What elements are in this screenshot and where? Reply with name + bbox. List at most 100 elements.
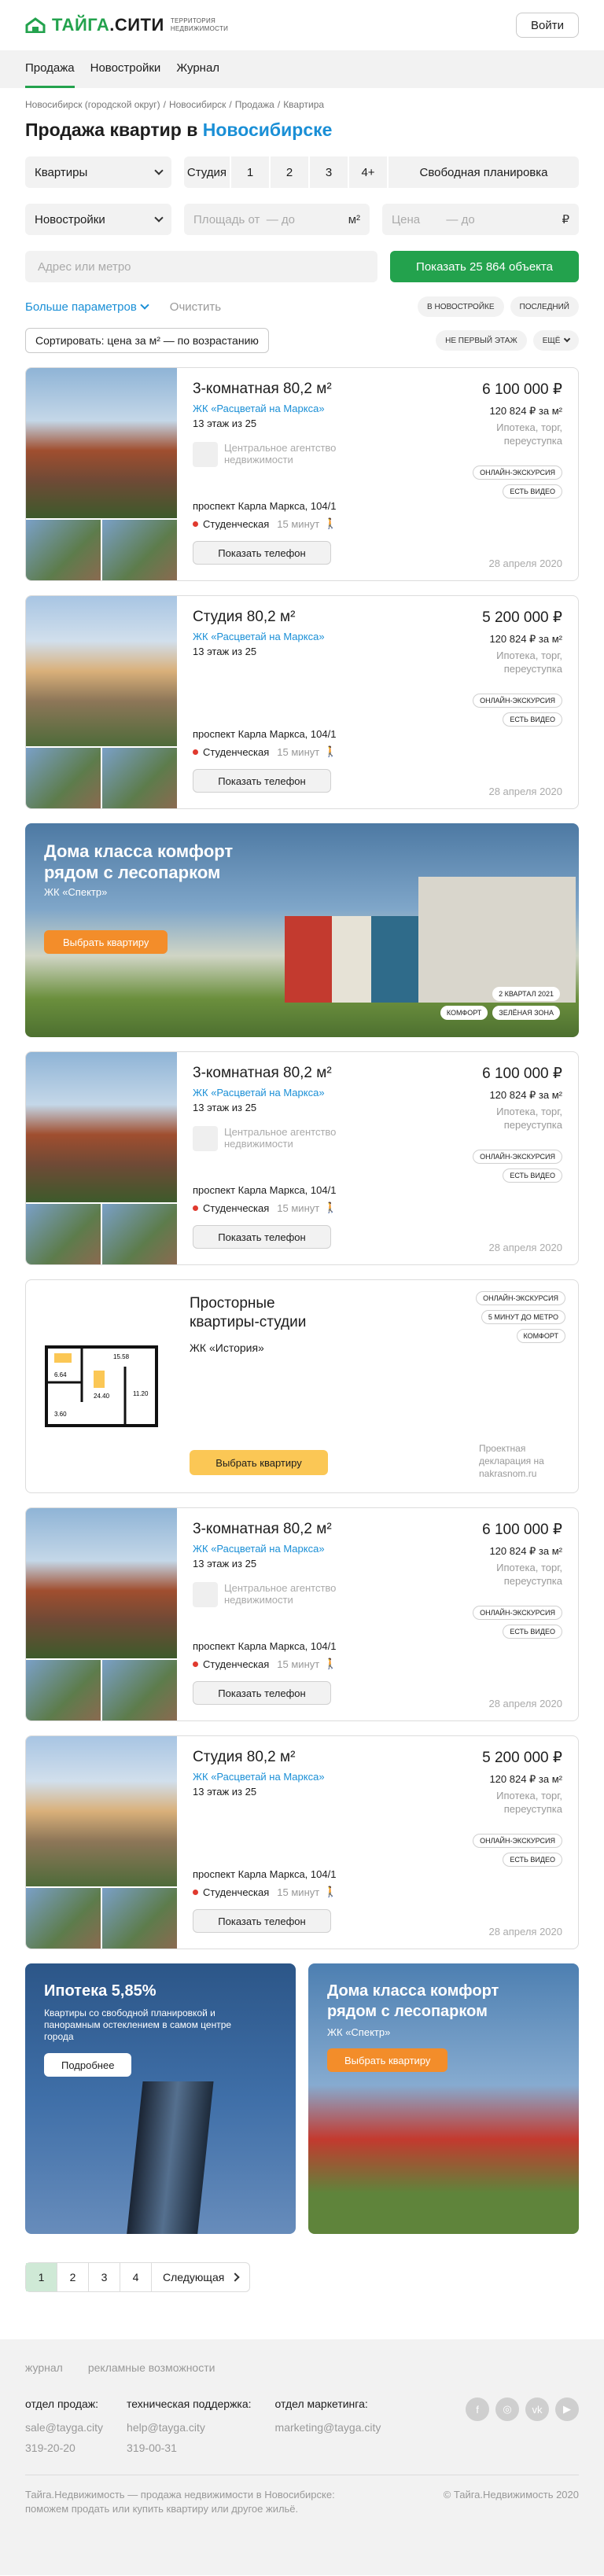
room-option-studio[interactable]: Студия <box>184 156 230 188</box>
choose-apartment-button[interactable]: Выбрать квартиру <box>190 1450 328 1475</box>
room-option-free-layout[interactable]: Свободная планировка <box>389 156 579 188</box>
listing-thumb[interactable] <box>26 747 101 808</box>
price-range-input[interactable]: Цена — до ₽ <box>382 204 579 235</box>
promo-subtitle: ЖК «Спектр» <box>327 2026 391 2038</box>
show-phone-button[interactable]: Показать телефон <box>193 1225 331 1249</box>
filter-row-2: Новостройки Площадь от — до м² Цена — до ₽ <box>25 204 579 235</box>
instagram-icon[interactable]: ◎ <box>495 2398 519 2421</box>
listing-card[interactable]: 3-комнатная 80,2 м² ЖК «Расцветай на Мар… <box>25 367 579 581</box>
breadcrumb-item[interactable]: Новосибирск (городской округ) <box>25 99 160 110</box>
plan-label: 6.64 <box>54 1371 67 1378</box>
filter-tag[interactable]: НЕ ПЕРВЫЙ ЭТАЖ <box>436 330 527 351</box>
filter-row-3: Адрес или метро Показать 25 864 объекта <box>25 251 579 282</box>
nav-item-journal[interactable]: Журнал <box>176 50 219 88</box>
more-params-link[interactable]: Больше параметров <box>25 300 149 314</box>
mortgage-promo[interactable]: Ипотека 5,85% Квартиры со свободной план… <box>25 1963 296 2234</box>
show-phone-button[interactable]: Показать телефон <box>193 1681 331 1705</box>
room-option-1[interactable]: 1 <box>231 156 269 188</box>
listing-thumb[interactable] <box>102 1887 177 1949</box>
show-phone-button[interactable]: Показать телефон <box>193 1909 331 1933</box>
page-button[interactable]: 1 <box>26 2263 57 2291</box>
breadcrumb-item[interactable]: Продажа <box>235 99 274 110</box>
filter-tag[interactable]: ПОСЛЕДНИЙ <box>510 296 579 317</box>
room-option-3[interactable]: 3 <box>310 156 348 188</box>
main-nav: Продажа Новостройки Журнал <box>0 50 604 88</box>
details-button[interactable]: Подробнее <box>44 2053 132 2077</box>
sales-phone[interactable]: 319-20-20 <box>25 2442 103 2454</box>
marketing-email[interactable]: marketing@tayga.city <box>275 2421 381 2434</box>
listing-card[interactable]: Студия 80,2 м² ЖК «Расцветай на Маркса» … <box>25 595 579 809</box>
room-option-2[interactable]: 2 <box>271 156 308 188</box>
badge: ЕСТЬ ВИДЕО <box>503 484 562 499</box>
next-page-button[interactable]: Следующая <box>152 2263 249 2291</box>
metro-station: Студенческая 15 минут 🚶 <box>193 1658 337 1670</box>
promo-banner[interactable]: Дома класса комфорт рядом с лесопарком Ж… <box>25 823 579 1037</box>
listing-price: 5 200 000 ₽ <box>482 609 562 626</box>
metro-icon <box>193 1889 198 1895</box>
copyright: © Тайга.Недвижимость 2020 <box>443 2489 579 2501</box>
footer-link-journal[interactable]: журнал <box>25 2361 63 2374</box>
clear-filters-link[interactable]: Очистить <box>170 300 221 314</box>
listing-gallery[interactable] <box>26 1736 177 1949</box>
comfort-promo[interactable]: Дома класса комфорт рядом с лесопарком Ж… <box>308 1963 579 2234</box>
city-selector[interactable]: Новосибирске <box>203 120 333 140</box>
facebook-icon[interactable]: f <box>466 2398 489 2421</box>
show-results-button[interactable]: Показать 25 864 объекта <box>390 251 579 282</box>
listing-thumb[interactable] <box>26 519 101 580</box>
address-input[interactable]: Адрес или метро <box>25 251 378 282</box>
sales-email[interactable]: sale@tayga.city <box>25 2421 103 2434</box>
choose-apartment-button[interactable]: Выбрать квартиру <box>327 2048 448 2072</box>
floorplan-promo-card[interactable]: 15.58 6.64 24.40 11.20 3.60 Просторные к… <box>25 1279 579 1493</box>
logo[interactable]: ТАЙГА.СИТИ ТЕРРИТОРИЯ НЕДВИЖИМОСТИ <box>25 15 228 35</box>
room-option-4plus[interactable]: 4+ <box>349 156 387 188</box>
page-button[interactable]: 2 <box>57 2263 89 2291</box>
footer-link-advertising[interactable]: рекламные возможности <box>88 2361 215 2374</box>
support-email[interactable]: help@tayga.city <box>127 2421 252 2434</box>
listing-card[interactable]: 3-комнатная 80,2 м² ЖК «Расцветай на Мар… <box>25 1507 579 1721</box>
show-phone-button[interactable]: Показать телефон <box>193 541 331 565</box>
listing-thumb[interactable] <box>102 519 177 580</box>
listing-card[interactable]: 3-комнатная 80,2 м² ЖК «Расцветай на Мар… <box>25 1051 579 1265</box>
badge: КОМФОРТ <box>516 1329 565 1343</box>
filter-tag[interactable]: В НОВОСТРОЙКЕ <box>418 296 504 317</box>
more-tags-dropdown[interactable]: ЕЩЁ <box>532 330 579 351</box>
listing-thumb[interactable] <box>102 1659 177 1720</box>
page-button[interactable]: 3 <box>89 2263 120 2291</box>
property-type-select[interactable]: Квартиры <box>25 156 171 188</box>
breadcrumb-item[interactable]: Новосибирск <box>169 99 226 110</box>
badge: ЕСТЬ ВИДЕО <box>503 1625 562 1639</box>
sort-select[interactable]: Сортировать: цена за м² — по возрастанию <box>25 328 269 353</box>
promo-title: Ипотека 5,85% <box>44 1982 157 2000</box>
walk-icon: 🚶 <box>324 745 337 757</box>
market-select[interactable]: Новостройки <box>25 204 171 235</box>
listing-gallery[interactable] <box>26 1508 177 1720</box>
listing-gallery[interactable] <box>26 368 177 580</box>
listing-thumb[interactable] <box>26 1203 101 1264</box>
pagination: 1 2 3 4 Следующая <box>25 2262 251 2292</box>
login-button[interactable]: Войти <box>516 13 579 38</box>
listing-price: 6 100 000 ₽ <box>482 1065 562 1082</box>
listing-thumb[interactable] <box>26 1887 101 1949</box>
nav-item-sale[interactable]: Продажа <box>25 50 75 88</box>
listing-thumb[interactable] <box>102 747 177 808</box>
show-phone-button[interactable]: Показать телефон <box>193 769 331 793</box>
area-range-input[interactable]: Площадь от — до м² <box>184 204 370 235</box>
listing-thumb[interactable] <box>102 1203 177 1264</box>
listing-card[interactable]: Студия 80,2 м² ЖК «Расцветай на Маркса» … <box>25 1735 579 1949</box>
listing-gallery[interactable] <box>26 596 177 808</box>
breadcrumb-separator: / <box>163 99 166 110</box>
agency-logo <box>193 1126 218 1151</box>
footer-about: Тайга.Недвижимость — продажа недвижимост… <box>25 2489 335 2515</box>
youtube-icon[interactable]: ▶ <box>555 2398 579 2421</box>
vk-icon[interactable]: vk <box>525 2398 549 2421</box>
metro-station: Студенческая 15 минут 🚶 <box>193 517 337 530</box>
walk-icon: 🚶 <box>324 1202 337 1213</box>
choose-apartment-button[interactable]: Выбрать квартиру <box>44 930 168 954</box>
support-phone[interactable]: 319-00-31 <box>127 2442 252 2454</box>
listing-thumb[interactable] <box>26 1659 101 1720</box>
nav-item-new-buildings[interactable]: Новостройки <box>90 50 161 88</box>
badge: ОНЛАЙН-ЭКСКУРСИЯ <box>473 466 562 480</box>
page-button[interactable]: 4 <box>120 2263 152 2291</box>
listing-address: проспект Карла Маркса, 104/1 <box>193 728 337 740</box>
listing-gallery[interactable] <box>26 1052 177 1264</box>
